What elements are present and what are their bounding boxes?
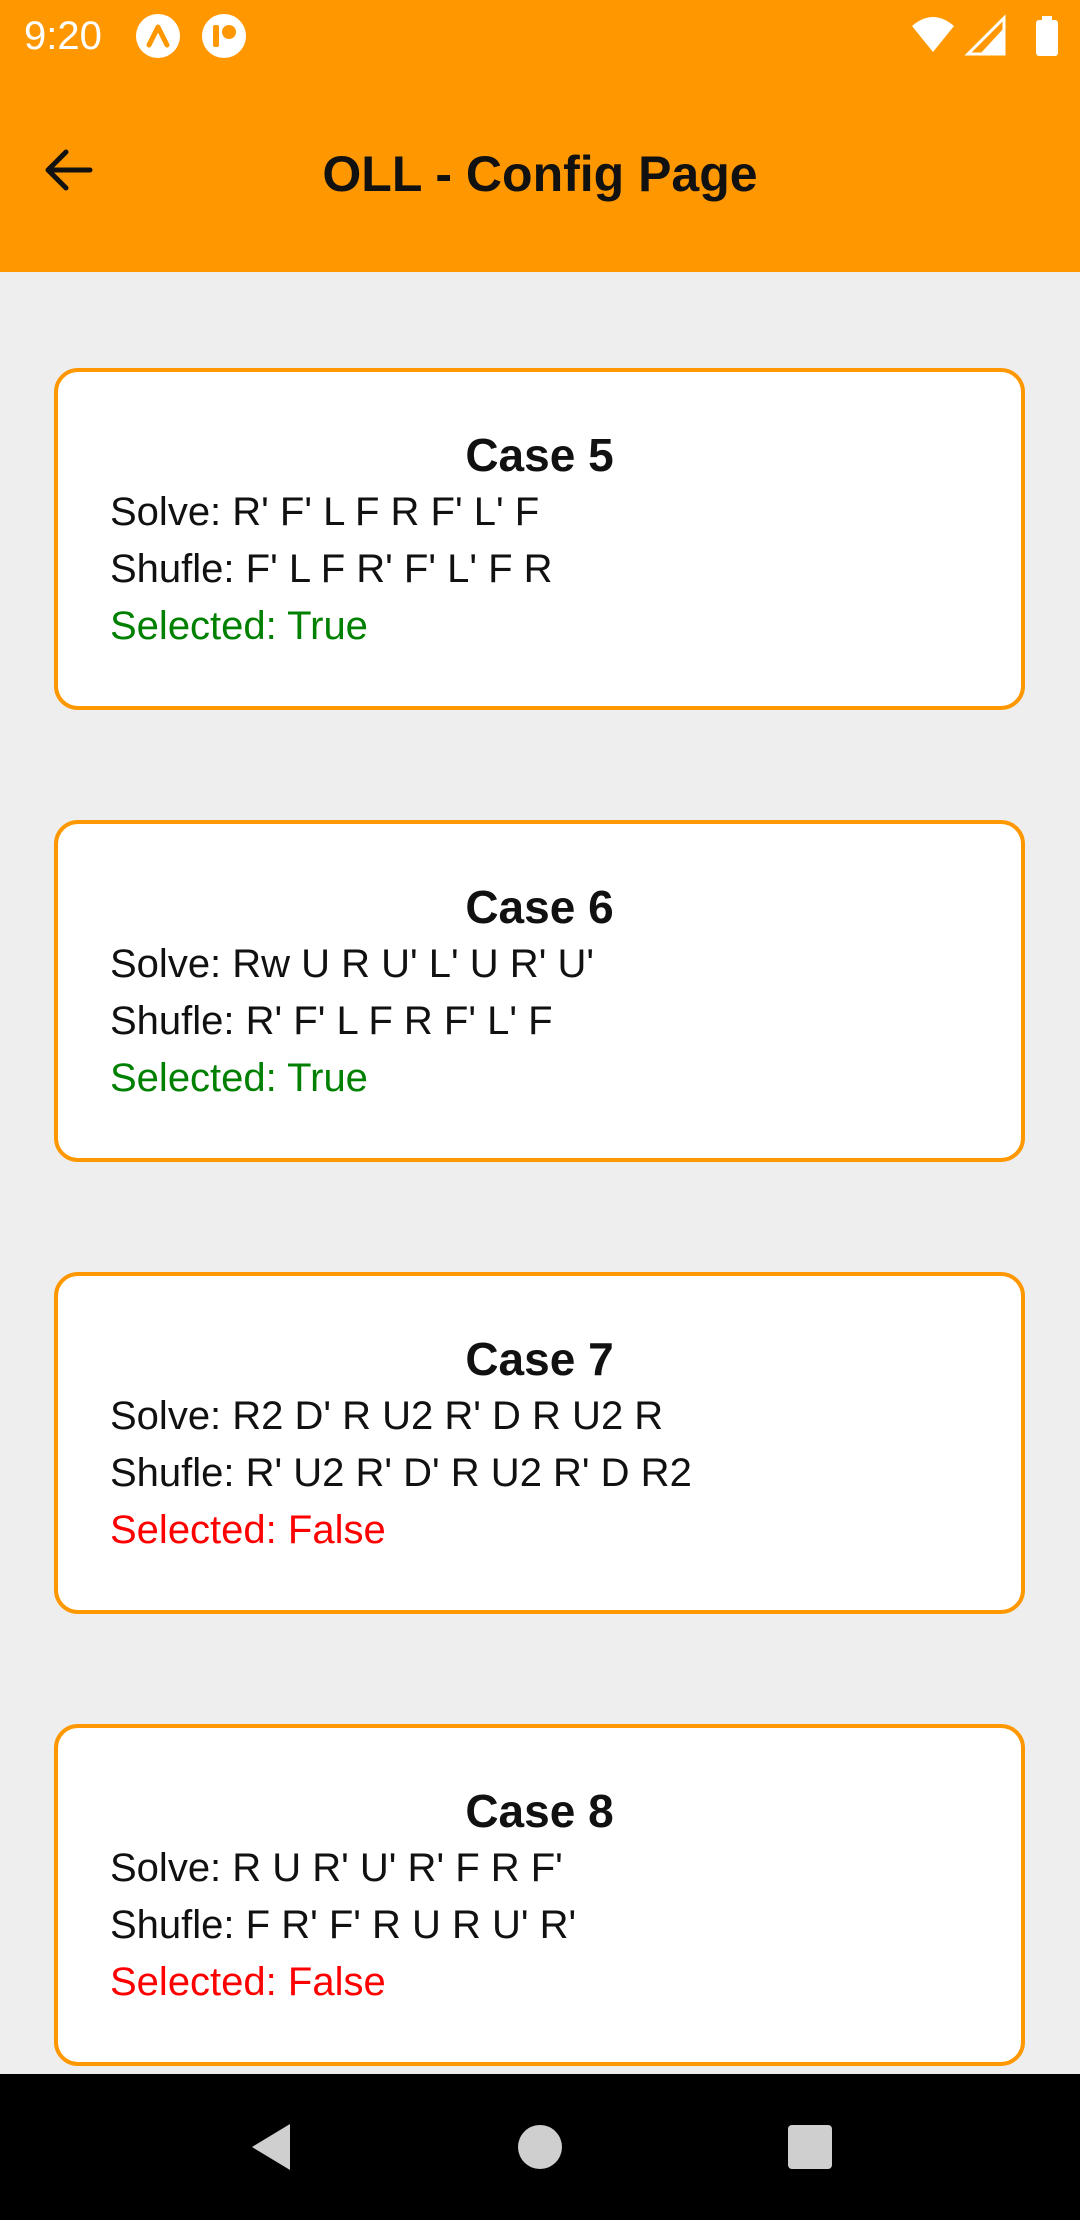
notification-app-icon [202,14,246,58]
home-circle-icon [518,2125,562,2169]
case-card[interactable]: Case 6 Solve: Rw U R U' L' U R' U' Shufl… [54,820,1025,1162]
case-shuffle-text: Shufle: R' F' L F R F' L' F [110,999,553,1043]
back-triangle-icon [252,2124,290,2170]
case-selected-status: Selected: True [110,1056,368,1100]
page-title: OLL - Config Page [322,146,758,202]
case-shuffle-text: Shufle: F R' F' R U R U' R' [110,1903,577,1947]
case-selected-status: Selected: False [110,1960,386,2004]
status-bar: 9:20 [0,0,1080,72]
case-solve-text: Solve: Rw U R U' L' U R' U' [110,942,594,986]
app-bar: OLL - Config Page [0,72,1080,272]
case-list[interactable]: Case 5 Solve: R' F' L F R F' L' F Shufle… [0,272,1080,2074]
case-solve-text: Solve: R' F' L F R F' L' F [110,490,540,534]
case-title: Case 5 [465,429,614,481]
case-card[interactable]: Case 5 Solve: R' F' L F R F' L' F Shufle… [54,368,1025,710]
case-title: Case 8 [465,1785,614,1837]
system-nav-bar [0,2074,1080,2220]
nav-home-button[interactable] [505,2112,575,2182]
case-card[interactable]: Case 7 Solve: R2 D' R U2 R' D R U2 R Shu… [54,1272,1025,1614]
recents-square-icon [788,2125,832,2169]
case-selected-status: Selected: True [110,604,368,648]
status-time: 9:20 [24,14,102,58]
notification-app-icon [136,14,180,58]
nav-recents-button[interactable] [775,2112,845,2182]
case-solve-text: Solve: R2 D' R U2 R' D R U2 R [110,1394,664,1438]
case-title: Case 6 [465,881,614,933]
case-shuffle-text: Shufle: F' L F R' F' L' F R [110,547,553,591]
case-shuffle-text: Shufle: R' U2 R' D' R U2 R' D R2 [110,1451,692,1495]
case-title: Case 7 [465,1333,614,1385]
case-selected-status: Selected: False [110,1508,386,1552]
case-solve-text: Solve: R U R' U' R' F R F' [110,1846,563,1890]
nav-back-button[interactable] [240,2112,310,2182]
case-card[interactable]: Case 8 Solve: R U R' U' R' F R F' Shufle… [54,1724,1025,2066]
